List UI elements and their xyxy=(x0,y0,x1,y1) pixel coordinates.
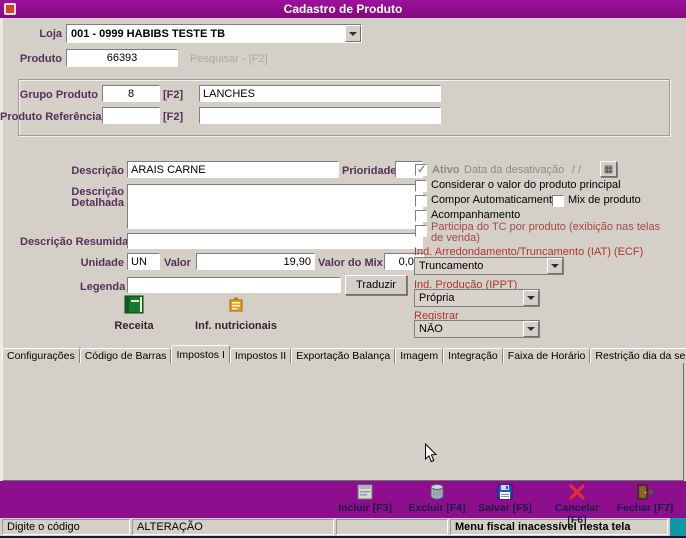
produto-referencia-nome-input[interactable] xyxy=(199,107,441,124)
cancelar-button[interactable]: Cancelar [F6] xyxy=(544,483,610,526)
fechar-label: Fechar [F7] xyxy=(616,502,674,514)
registrar-combobox[interactable]: NÃO xyxy=(414,320,540,338)
descricao-detalhada-label: Descrição Detalhada xyxy=(71,186,124,209)
participa-tc-label: Participa do TC por produto (exibição na… xyxy=(431,221,661,244)
inf-nutricionais-label: Inf. nutricionais xyxy=(195,320,277,332)
inf-nutricionais-icon[interactable] xyxy=(227,296,245,314)
unidade-input[interactable] xyxy=(127,253,160,270)
receita-icon[interactable] xyxy=(122,294,146,317)
tab-integracao[interactable]: Integração xyxy=(443,348,503,363)
exit-icon xyxy=(637,484,654,500)
mix-de-produto-label: Mix de produto xyxy=(568,194,641,206)
receita-label: Receita xyxy=(114,320,154,332)
loja-combobox[interactable]: 001 - 0999 HABIBS TESTE TB xyxy=(66,24,362,43)
ativo-label: Ativo xyxy=(432,164,460,176)
produto-referencia-code-input[interactable] xyxy=(102,107,160,124)
status-empty xyxy=(336,519,448,535)
tab-imagem[interactable]: Imagem xyxy=(395,348,444,363)
grupo-produto-nome-input[interactable] xyxy=(199,85,441,102)
tab-impostos-i[interactable]: Impostos I xyxy=(171,345,230,365)
considerar-valor-label: Considerar o valor do produto principal xyxy=(431,179,621,191)
grupo-f2-label: [F2] xyxy=(163,89,184,101)
save-icon xyxy=(497,484,513,500)
descricao-detalhada-textarea[interactable] xyxy=(127,184,423,229)
insert-record-icon xyxy=(357,484,373,500)
loja-label: Loja xyxy=(39,28,62,40)
mouse-cursor xyxy=(425,443,438,463)
descricao-input[interactable] xyxy=(127,161,339,178)
excluir-label: Excluir [F4] xyxy=(408,502,466,514)
data-desativacao-value: / / xyxy=(572,164,582,176)
window-title: Cadastro de Produto xyxy=(283,2,403,16)
mix-de-produto-checkbox[interactable] xyxy=(552,195,564,207)
valor-input[interactable] xyxy=(196,253,315,270)
ativo-checkbox[interactable] xyxy=(415,163,427,176)
tab-configuracoes[interactable]: Configurações xyxy=(2,348,80,363)
iat-value: Truncamento xyxy=(419,260,484,272)
tab-restricao-dia-da-semana[interactable]: Restrição dia da semana xyxy=(590,348,686,363)
loja-value: 001 - 0999 HABIBS TESTE TB xyxy=(71,27,226,40)
compor-automaticamente-checkbox[interactable] xyxy=(415,195,427,207)
produto-referencia-label: Produto Referência xyxy=(0,111,102,123)
considerar-valor-checkbox[interactable] xyxy=(415,180,427,192)
tab-bar: Configurações Código de Barras Impostos … xyxy=(2,345,686,365)
produto-input[interactable] xyxy=(66,49,178,67)
salvar-label: Salvar [F5] xyxy=(478,502,532,514)
incluir-button[interactable]: Incluir [F3] xyxy=(332,483,398,516)
registrar-dropdown-arrow-icon[interactable] xyxy=(523,321,539,337)
legenda-label: Legenda xyxy=(80,281,126,293)
delete-record-icon xyxy=(430,484,444,500)
status-mode: ALTERAÇÃO xyxy=(132,519,334,535)
grupo-produto-label: Grupo Produto xyxy=(19,89,98,101)
data-desativacao-calendar-button[interactable] xyxy=(600,161,617,177)
calendar-icon xyxy=(604,163,613,175)
ippt-value: Própria xyxy=(419,292,455,304)
ippt-dropdown-arrow-icon[interactable] xyxy=(523,290,539,306)
legenda-input[interactable] xyxy=(127,277,341,293)
descricao-resumida-input[interactable] xyxy=(127,233,423,249)
status-hint: Digite o código xyxy=(2,519,130,535)
traduzir-button[interactable]: Traduzir xyxy=(345,275,407,295)
acompanhamento-checkbox[interactable] xyxy=(415,210,427,222)
unidade-label: Unidade xyxy=(80,257,124,269)
compor-automaticamente-label: Compor Automaticamente xyxy=(431,194,559,206)
grupo-produto-code-input[interactable] xyxy=(102,85,160,102)
cancelar-label: Cancelar [F6] xyxy=(554,502,600,526)
descricao-label: Descrição xyxy=(71,165,124,177)
tab-codigo-de-barras[interactable]: Código de Barras xyxy=(79,348,172,363)
cadastro-produto-window: Cadastro de Produto Loja 001 - 0999 HABI… xyxy=(0,0,686,538)
ippt-combobox[interactable]: Própria xyxy=(414,289,540,307)
acompanhamento-label: Acompanhamento xyxy=(431,209,521,221)
incluir-label: Incluir [F3] xyxy=(338,502,392,514)
data-desativacao-label: Data da desativação xyxy=(464,164,565,176)
title-bar: Cadastro de Produto xyxy=(0,0,686,18)
tab-exportacao-balanca[interactable]: Exportação Balança xyxy=(291,348,396,363)
excluir-button[interactable]: Excluir [F4] xyxy=(404,483,470,516)
valor-label: Valor xyxy=(164,257,191,269)
impostos-i-panel xyxy=(2,362,684,481)
registrar-value: NÃO xyxy=(419,323,443,335)
app-icon xyxy=(4,3,16,15)
pesquisar-hint: Pesquisar - [F2] xyxy=(190,53,268,65)
referencia-f2-label: [F2] xyxy=(163,111,184,123)
fechar-button[interactable]: Fechar [F7] xyxy=(612,483,678,516)
valor-do-mix-label: Valor do Mix xyxy=(318,257,383,269)
iat-dropdown-arrow-icon[interactable] xyxy=(547,258,563,274)
loja-dropdown-arrow-icon[interactable] xyxy=(345,25,361,42)
tab-faixa-de-horario[interactable]: Faixa de Horário xyxy=(502,348,591,363)
participa-tc-checkbox[interactable] xyxy=(415,225,427,237)
tab-impostos-ii[interactable]: Impostos II xyxy=(229,348,292,363)
desktop-corner xyxy=(670,518,686,538)
iat-combobox[interactable]: Truncamento xyxy=(414,257,564,275)
cancel-icon xyxy=(569,484,585,500)
salvar-button[interactable]: Salvar [F5] xyxy=(472,483,538,516)
produto-label: Produto xyxy=(19,53,62,65)
descricao-resumida-label: Descrição Resumida xyxy=(20,236,129,248)
prioridade-label: Prioridade xyxy=(342,165,397,177)
